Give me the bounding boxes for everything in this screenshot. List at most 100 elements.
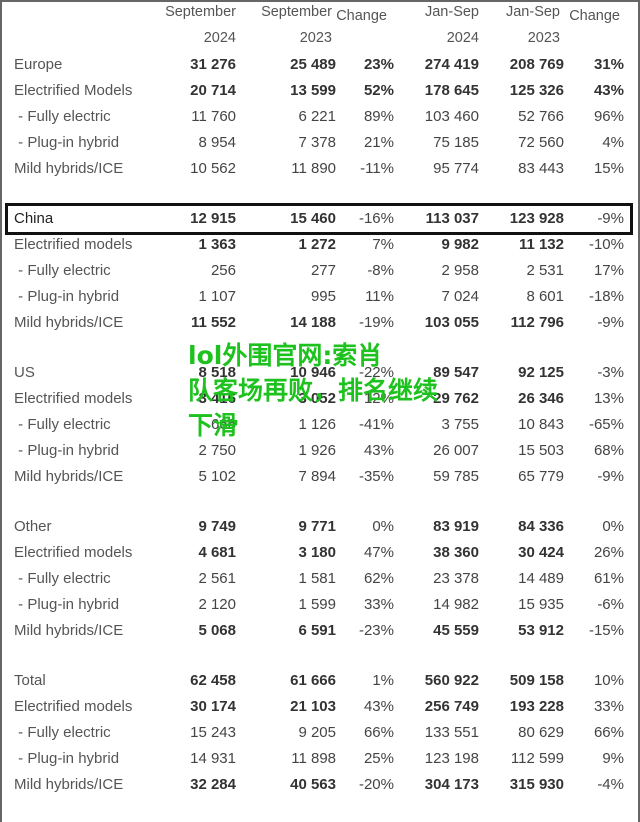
cell-value: 5 068 [198,622,236,639]
table-row: Total 62 458 61 666 1% 560 922 509 158 10% [2,668,638,694]
row-label: Electrified models [14,236,133,253]
row-label: Mild hybrids/ICE [14,622,124,639]
table-row: Europe 31 276 25 489 23% 274 419 208 769 31% [2,52,638,78]
cell-value: -9% [597,468,624,485]
cell-value: 15% [593,160,624,177]
table-row: Mild hybrids/ICE 5 068 6 591 -23% 45 559 53 9… [2,618,638,644]
cell-value: 96% [593,108,624,125]
cell-value: 30 174 [190,698,236,715]
column-header: Change [569,8,620,24]
table-row: Mild hybrids/ICE 10 562 11 890 -11% 95 774 83… [2,156,638,182]
cell-value: 62 458 [190,672,236,689]
cell-value: 5 102 [198,468,236,485]
table-row: Electrified models 30 174 21 103 43% 256 749… [2,694,638,720]
watermark-line: 下滑 [188,411,239,440]
cell-value: 32 284 [190,776,236,793]
table-row: - Fully electric 256 277 -8% 2 958 2 531 17% [2,258,638,284]
row-label: Mild hybrids/ICE [14,160,124,177]
cell-value: -65% [588,416,624,433]
column-header: 2023 [527,30,560,46]
watermark-overlay: lol外围官网:索肖 队客场再败，排名继续 下滑 [188,338,498,443]
cell-value: 2 120 [198,596,236,613]
row-label: - Plug-in hybrid [14,442,120,459]
china-highlight-box [5,203,633,235]
cell-value: 13% [593,390,624,407]
row-label: Electrified models [14,390,133,407]
table-row: - Plug-in hybrid 8 954 7 378 21% 75 185 72 56… [2,130,638,156]
cell-value: 33% [593,698,624,715]
row-label: - Plug-in hybrid [14,288,120,305]
table-row: - Plug-in hybrid 14 931 11 898 25% 123 198 11… [2,746,638,772]
cell-value: -10% [588,236,624,253]
cell-value: 256 [210,262,236,279]
row-label: Mild hybrids/ICE [14,776,124,793]
cell-value: 61% [593,570,624,587]
cell-value: 8 954 [198,134,236,151]
cell-value: 26% [593,544,624,561]
cell-value: 4% [602,134,624,151]
table-row: - Plug-in hybrid 2 120 1 599 33% 14 982 15 93… [2,592,638,618]
cell-value: 4 681 [198,544,236,561]
cell-value: -3% [597,364,624,381]
cell-value: 66% [593,724,624,741]
cell-value: 43% [593,82,624,99]
row-label: - Fully electric [14,262,111,279]
table-row: Electrified models 4 681 3 180 47% 38 360 30 … [2,540,638,566]
cell-value: 11 552 [190,314,236,331]
cell-value: 1 107 [198,288,236,305]
cell-value: 20 714 [190,82,236,99]
row-label: - Plug-in hybrid [14,596,120,613]
row-label: - Fully electric [14,416,111,433]
table-row: - Plug-in hybrid 1 107 995 11% 7 024 8 601 -18… [2,284,638,310]
table-row: - Fully electric 2 561 1 581 62% 23 378 14 48… [2,566,638,592]
cell-value: 14 931 [190,750,236,767]
table-row: - Fully electric 11 760 6 221 89% 103 460 52 … [2,104,638,130]
cell-value: 11 760 [191,108,236,125]
cell-value: -4% [597,776,624,793]
cell-value: 17% [593,262,624,279]
cell-value: -9% [597,314,624,331]
row-label: US [14,364,35,381]
cell-value: 9% [602,750,624,767]
table-row: Mild hybrids/ICE 5 102 7 894 -35% 59 785 65 7… [2,464,638,490]
column-header: September [165,4,236,20]
table-header: September 2024 September 2023 Change Jan-Sep 2… [2,4,638,56]
row-label: - Fully electric [14,108,111,125]
cell-value: 1 363 [198,236,236,253]
row-label: Electrified models [14,544,133,561]
row-label: Electrified Models [14,82,133,99]
row-label: - Plug-in hybrid [14,134,120,151]
table-row: - Fully electric 15 243 9 205 66% 133 551 80 … [2,720,638,746]
cell-value: 9 749 [198,518,236,535]
row-label: Electrified models [14,698,133,715]
watermark-line: lol外围官网:索肖 [188,341,383,370]
row-label: Other [14,518,52,535]
table-row: Mild hybrids/ICE 11 552 14 188 -19% 103 055 1… [2,310,638,336]
cell-value: 31 276 [190,56,236,73]
cell-value: 10 562 [190,160,236,177]
row-label: Mild hybrids/ICE [14,314,124,331]
cell-value: 0% [602,518,624,535]
cell-value: 31% [593,56,624,73]
table-row: Electrified models 1 363 1 272 7% 9 982 11 13… [2,232,638,258]
table-row: Mild hybrids/ICE 32 284 40 563 -20% 304 173 3… [2,772,638,798]
cell-value: -15% [588,622,624,639]
cell-value: 68% [593,442,624,459]
row-label: - Fully electric [14,724,111,741]
column-header: 2024 [203,30,236,46]
row-label: - Plug-in hybrid [14,750,120,767]
cell-value: -18% [588,288,624,305]
column-header: 2023 [299,30,332,46]
cell-value: -6% [597,596,624,613]
sales-table: September 2024 September 2023 Change Jan-Sep 2… [0,0,640,822]
table-row: Other 9 749 9 771 0% 83 919 84 336 0% [2,514,638,540]
cell-value: 10% [593,672,624,689]
row-label: Total [14,672,46,689]
row-label: Mild hybrids/ICE [14,468,124,485]
watermark-line: 队客场再败，排名继续 [188,376,439,405]
table-row: Electrified Models 20 714 13 599 52% 178 645… [2,78,638,104]
cell-value: 15 243 [190,724,236,741]
row-label: Europe [14,56,63,73]
row-label: - Fully electric [14,570,111,587]
column-header: Change [336,8,387,24]
